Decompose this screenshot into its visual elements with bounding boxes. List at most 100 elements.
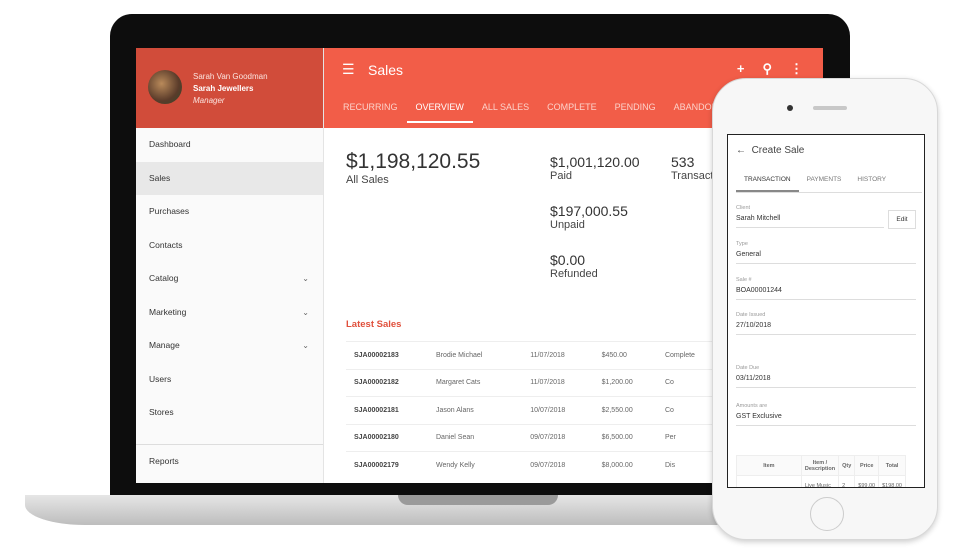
tab-transaction[interactable]: TRANSACTION <box>736 176 799 192</box>
table-cell: SJA00002179 <box>346 451 436 479</box>
user-role: Manager <box>193 96 225 105</box>
laptop-notch <box>398 495 558 505</box>
avatar[interactable] <box>148 70 182 104</box>
phone-screen: ← Create Sale TRANSACTION PAYMENTS HISTORY… <box>727 134 925 488</box>
sidebar-item-label: Manage <box>149 340 180 350</box>
field-value: General <box>736 251 761 258</box>
paid-label: Paid <box>550 170 573 182</box>
table-row[interactable]: SJA00002183 Brodie Michael 11/07/2018 $450.… <box>346 341 726 369</box>
field-value: BOA00001244 <box>736 287 782 294</box>
create-sale-title: Create Sale <box>751 145 805 156</box>
field-value: 27/10/2018 <box>736 322 772 329</box>
phone-speaker <box>813 106 847 110</box>
sidebar-item-users[interactable]: Users <box>136 363 323 397</box>
table-cell: 2 <box>838 475 856 487</box>
field-label: Sale # <box>736 277 752 283</box>
sidebar-item-marketing[interactable]: Marketing ⌄ <box>136 296 323 330</box>
table-cell: SJA00002182 <box>346 368 436 397</box>
table-cell: $450.00 <box>601 341 665 369</box>
sidebar-item-contacts[interactable]: Contacts <box>136 229 323 263</box>
table-cell: $99.00 <box>854 475 880 487</box>
table-cell: 10/07/2018 <box>530 396 602 424</box>
field-label: Type <box>736 241 748 247</box>
tab-bar: RECURRING OVERVIEW ALL SALES COMPLETE PENDIN… <box>334 102 740 123</box>
search-icon[interactable]: ⚲ <box>762 61 772 77</box>
user-name: Sarah Van Goodman <box>193 72 268 81</box>
tab-complete[interactable]: COMPLETE <box>538 102 606 123</box>
chevron-down-icon: ⌄ <box>302 307 309 317</box>
table-row[interactable]: SJA00002181 Jason Alans 10/07/2018 $2,550.0… <box>346 396 726 424</box>
tab-payments[interactable]: PAYMENTS <box>799 176 850 192</box>
phone-body: ← Create Sale TRANSACTION PAYMENTS HISTORY… <box>712 78 938 540</box>
page-title: Sales <box>368 62 404 78</box>
sidebar-item-label: Purchases <box>149 206 190 216</box>
more-vert-icon[interactable]: ⋮ <box>790 61 803 77</box>
chevron-down-icon: ⌄ <box>302 341 309 350</box>
field-amounts-are[interactable]: Amounts are GST Exclusive <box>736 403 916 426</box>
sidebar-item-purchases[interactable]: Purchases <box>136 195 323 229</box>
sidebar-item-dashboard[interactable]: Dashboard <box>136 128 323 162</box>
table-cell: Live Music <box>800 475 840 487</box>
sidebar-item-stores[interactable]: Stores <box>136 396 323 430</box>
all-sales-value: $1,198,120.55 <box>346 150 481 173</box>
sidebar-item-reports[interactable]: Reports <box>136 443 323 478</box>
column-header: Item / Description <box>800 455 840 476</box>
table-row[interactable]: SJA00002182 Margaret Cats 11/07/2018 $1,200… <box>346 368 726 397</box>
tab-recurring[interactable]: RECURRING <box>334 102 407 123</box>
paid-value: $1,001,120.00 <box>550 154 640 170</box>
column-header: Price <box>854 455 880 476</box>
field-sale-[interactable]: Sale # BOA00001244 <box>736 277 916 300</box>
unpaid-value: $197,000.55 <box>550 203 628 219</box>
phone-home-button <box>810 497 844 531</box>
field-value: GST Exclusive <box>736 413 782 420</box>
field-value: Sarah Mitchell <box>736 215 781 222</box>
field-value: 03/11/2018 <box>736 375 771 382</box>
all-sales-label: All Sales <box>346 174 389 186</box>
table-cell: SJA00002180 <box>346 423 436 452</box>
phone-tab-bar: TRANSACTION PAYMENTS HISTORY <box>736 176 922 193</box>
back-arrow-icon[interactable]: ← <box>736 145 746 156</box>
sidebar-item-label: Stores <box>149 407 174 417</box>
unpaid-label: Unpaid <box>550 219 585 231</box>
latest-sales-title: Latest Sales <box>346 319 402 330</box>
plus-icon[interactable]: + <box>737 61 745 77</box>
menu-icon[interactable]: ☰ <box>342 61 355 78</box>
table-cell: Wendy Kelly <box>436 451 531 479</box>
table-cell: 11/07/2018 <box>530 368 602 397</box>
tab-overview[interactable]: OVERVIEW <box>406 102 473 123</box>
field-date-issued[interactable]: Date Issued 27/10/2018 <box>736 312 916 335</box>
table-row[interactable]: SJA00002180 Daniel Sean 09/07/2018 $6,500.0… <box>346 423 726 452</box>
refunded-value: $0.00 <box>550 252 586 268</box>
column-header: Item <box>736 455 802 476</box>
tab-pending[interactable]: PENDING <box>606 102 665 123</box>
table-cell: $198.00 <box>878 475 906 487</box>
sidebar-item-label: Contacts <box>149 239 183 250</box>
table-cell: 09/07/2018 <box>530 423 602 452</box>
tab-all-sales[interactable]: ALL SALES <box>473 102 538 123</box>
table-cell: $8,000.00 <box>601 451 665 479</box>
field-type[interactable]: Type General <box>736 241 916 264</box>
sidebar-item-label: Catalog <box>149 273 179 283</box>
field-label: Client <box>736 205 751 211</box>
sidebar-item-sales[interactable]: Sales <box>136 161 323 195</box>
phone-camera <box>787 105 793 111</box>
table-cell: 09/07/2018 <box>530 451 602 479</box>
sidebar-item-label: Users <box>149 373 172 384</box>
user-profile: Sarah Van Goodman Sarah Jewellers Manage… <box>136 48 323 128</box>
edit-client-button[interactable]: Edit <box>888 210 916 229</box>
table-cell: $6,500.00 <box>601 423 665 452</box>
table-row[interactable]: SJA00002179 Wendy Kelly 09/07/2018 $8,000.0… <box>346 451 726 479</box>
table-cell: Margaret Cats <box>436 368 531 397</box>
field-label: Date Issued <box>736 312 766 318</box>
table-cell: Jason Alans <box>436 396 531 424</box>
table-cell: 11/07/2018 <box>530 341 602 369</box>
field-date-due[interactable]: Date Due 03/11/2018 <box>736 365 916 388</box>
tab-history[interactable]: HISTORY <box>849 176 894 192</box>
sidebar-item-label: Reports <box>149 455 179 466</box>
sidebar-item-manage[interactable]: Manage ⌄ <box>136 329 323 363</box>
sidebar-item-label: Sales <box>149 172 171 183</box>
sidebar-item-catalog[interactable]: Catalog ⌄ <box>136 262 323 296</box>
latest-sales-table: SJA00002183 Brodie Michael 11/07/2018 $450.… <box>346 341 726 479</box>
field-client[interactable]: Client Sarah Mitchell <box>736 205 884 228</box>
table-cell: Daniel Sean <box>436 423 531 452</box>
